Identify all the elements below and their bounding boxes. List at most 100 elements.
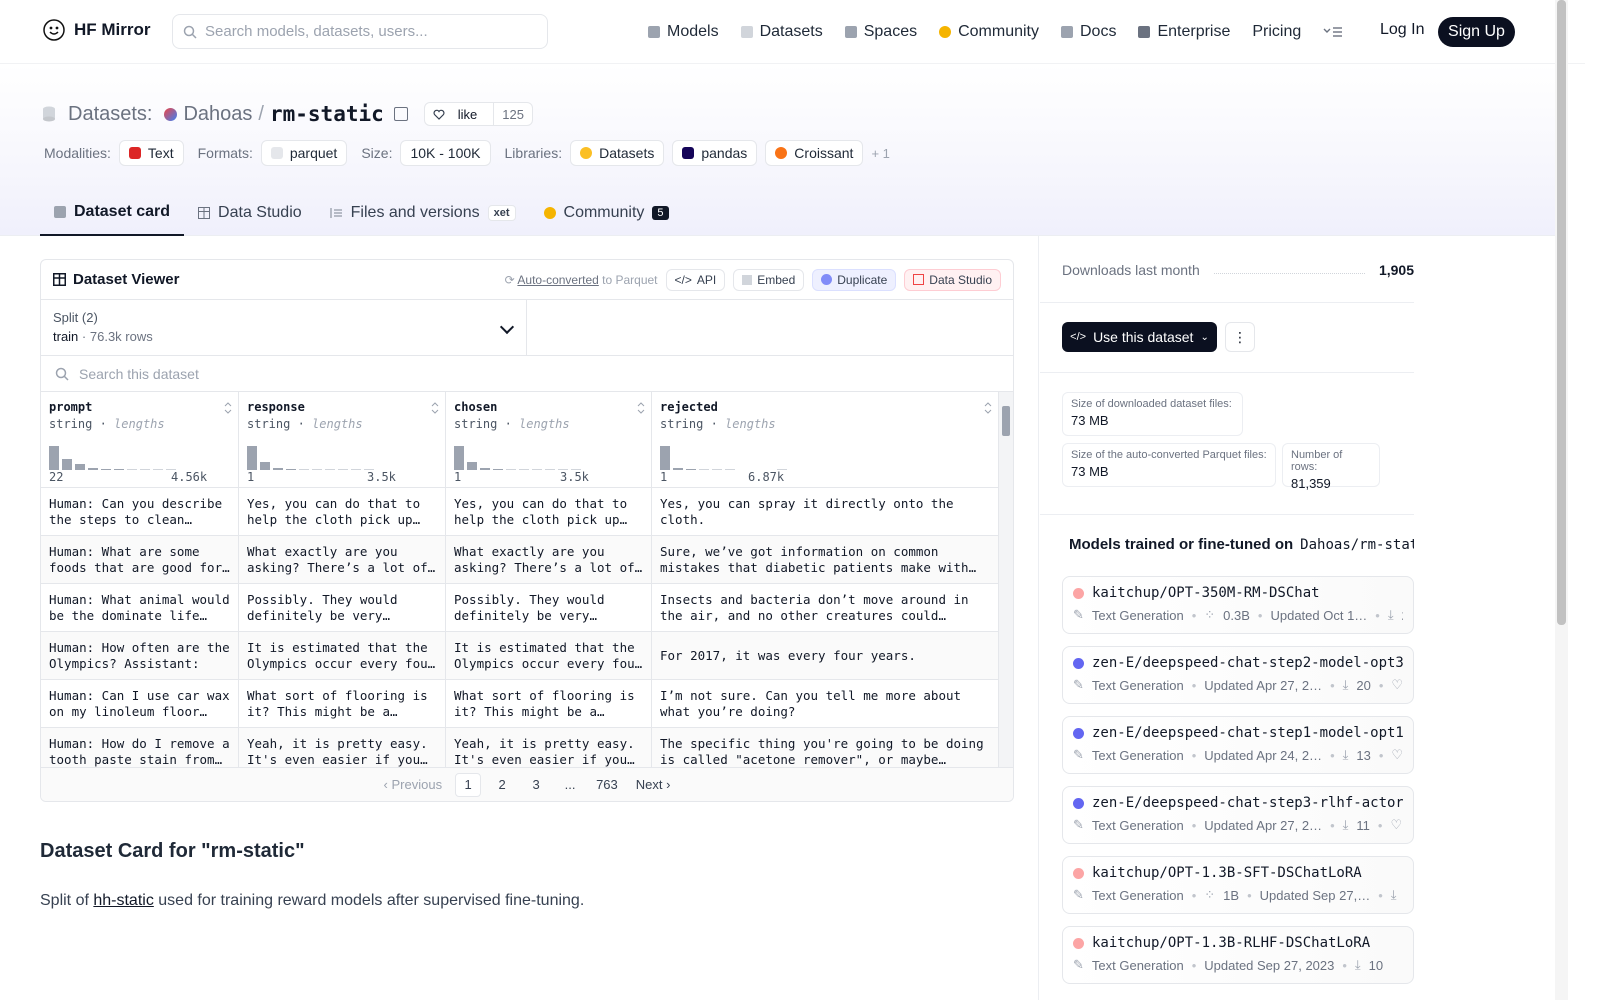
owner-link[interactable]: Dahoas: [183, 103, 252, 126]
split-label: Split (2): [53, 310, 98, 325]
nav-community[interactable]: Community: [939, 23, 1039, 41]
grid-scroll-thumb[interactable]: [1002, 406, 1010, 436]
column-header-chosen[interactable]: chosen string · lengths 1 3.5k: [446, 392, 652, 487]
tab-files[interactable]: Files and versions xet: [316, 190, 530, 236]
table-cell[interactable]: Human: Can I use car wax on my linoleum …: [41, 680, 239, 727]
page-scrollbar[interactable]: [1555, 0, 1568, 1000]
tab-community[interactable]: Community 5: [530, 190, 683, 236]
nav-pricing-label: Pricing: [1252, 23, 1302, 40]
table-cell[interactable]: Yes, you can do that to help the cloth p…: [446, 488, 652, 535]
use-dataset-button[interactable]: </> Use this dataset ⌄: [1062, 322, 1217, 352]
page-2[interactable]: 2: [489, 773, 515, 797]
model-updated: Updated Apr 27, 2…: [1204, 817, 1323, 833]
more-options-button[interactable]: ⋮: [1225, 322, 1255, 352]
data-studio-label: Data Studio: [929, 272, 992, 287]
nav-enterprise[interactable]: Enterprise: [1138, 23, 1230, 41]
page-last[interactable]: 763: [591, 773, 623, 797]
model-task: Text Generation: [1091, 677, 1184, 693]
tab-data-studio[interactable]: Data Studio: [184, 190, 316, 236]
split-separator: ·: [81, 329, 90, 344]
table-cell[interactable]: Human: What animal would be the dominate…: [41, 584, 239, 631]
more-libraries[interactable]: + 1: [871, 146, 889, 161]
table-cell[interactable]: What sort of flooring is it? This might …: [446, 680, 652, 727]
library-tag-croissant[interactable]: Croissant: [765, 140, 864, 166]
nav-spaces-label: Spaces: [863, 23, 918, 40]
nav-menu[interactable]: [1323, 25, 1343, 39]
sort-icon[interactable]: [431, 402, 439, 414]
table-cell[interactable]: It is estimated that the Olympics occur …: [446, 632, 652, 679]
meta-dot: •: [1377, 817, 1383, 833]
text-generation-icon: ✎: [1073, 887, 1084, 902]
page-1[interactable]: 1: [455, 772, 482, 797]
global-search-input[interactable]: Search models, datasets, users...: [172, 14, 548, 49]
auto-converted-link[interactable]: Auto-converted: [517, 273, 598, 287]
model-card[interactable]: kaitchup/OPT-1.3B-SFT-DSChatLoRA ✎ Text Ge…: [1062, 856, 1414, 914]
sort-icon[interactable]: [637, 402, 645, 414]
split-selector[interactable]: Split (2) train · 76.3k rows: [41, 300, 527, 355]
next-page-button[interactable]: Next ›: [631, 773, 676, 797]
table-row[interactable]: Human: Can I use car wax on my linoleum …: [41, 680, 999, 728]
table-cell[interactable]: Human: How often are the Olympics? Assis…: [41, 632, 239, 679]
table-cell[interactable]: I’m not sure. Can you tell me more about…: [652, 680, 999, 727]
table-cell[interactable]: What exactly are you asking? There’s a l…: [446, 536, 652, 583]
table-cell[interactable]: Yes, you can do that to help the cloth p…: [239, 488, 446, 535]
library-label: Datasets: [599, 145, 655, 161]
nav-datasets[interactable]: Datasets: [740, 23, 823, 41]
table-cell[interactable]: Human: Can you describe the steps to cle…: [41, 488, 239, 535]
repo-name[interactable]: rm-static: [270, 102, 384, 126]
table-cell[interactable]: Human: What are some foods that are good…: [41, 536, 239, 583]
format-tag[interactable]: parquet: [260, 140, 348, 166]
table-cell[interactable]: For 2017, it was every four years.: [652, 632, 999, 679]
nav-models[interactable]: Models: [648, 23, 719, 41]
brand[interactable]: HF Mirror: [42, 18, 151, 42]
nav-spaces[interactable]: Spaces: [844, 23, 918, 41]
api-button[interactable]: </> API: [665, 268, 726, 291]
table-row[interactable]: Human: What animal would be the dominate…: [41, 584, 999, 632]
library-tag-pandas[interactable]: pandas: [672, 140, 758, 166]
embed-label: Embed: [757, 272, 796, 287]
modality-tag[interactable]: Text: [118, 140, 184, 166]
login-link[interactable]: Log In: [1380, 21, 1424, 39]
table-cell[interactable]: Possibly. They would definitely be very …: [239, 584, 446, 631]
table-row[interactable]: Human: Can you describe the steps to cle…: [41, 488, 999, 536]
table-cell[interactable]: It is estimated that the Olympics occur …: [239, 632, 446, 679]
sort-icon[interactable]: [224, 402, 232, 414]
model-card[interactable]: zen-E/deepspeed-chat-step1-model-opt1.3b…: [1062, 716, 1414, 774]
column-header-rejected[interactable]: rejected string · lengths 1 6.87k: [652, 392, 999, 487]
tab-dataset-card[interactable]: Dataset card: [40, 190, 185, 236]
table-cell[interactable]: What exactly are you asking? There’s a l…: [239, 536, 446, 583]
model-card[interactable]: zen-E/deepspeed-chat-step3-rlhf-actor-m……: [1062, 786, 1414, 844]
table-row[interactable]: Human: How often are the Olympics? Assis…: [41, 632, 999, 680]
model-card[interactable]: kaitchup/OPT-350M-RM-DSChat ✎ Text Generat…: [1062, 576, 1414, 634]
model-card[interactable]: kaitchup/OPT-1.3B-RLHF-DSChatLoRA ✎ Text G…: [1062, 926, 1414, 984]
model-card[interactable]: zen-E/deepspeed-chat-step2-model-opt350m…: [1062, 646, 1414, 704]
page-scroll-thumb[interactable]: [1557, 0, 1566, 625]
histogram-bar: [338, 469, 348, 470]
table-row[interactable]: Human: What are some foods that are good…: [41, 536, 999, 584]
nav-pricing[interactable]: Pricing: [1252, 23, 1301, 41]
copy-icon[interactable]: [393, 107, 408, 121]
duplicate-button[interactable]: Duplicate: [812, 268, 897, 291]
model-avatar: [1073, 657, 1084, 669]
embed-button[interactable]: Embed: [733, 268, 805, 291]
dataset-search-input[interactable]: Search this dataset: [41, 356, 1013, 392]
table-cell[interactable]: Insects and bacteria don’t move around i…: [652, 584, 999, 631]
like-button[interactable]: like 125: [423, 102, 533, 126]
files-icon: [329, 208, 342, 218]
table-cell[interactable]: Possibly. They would definitely be very …: [446, 584, 652, 631]
sort-icon[interactable]: [984, 402, 992, 414]
nav-docs[interactable]: Docs: [1061, 23, 1116, 41]
page-3[interactable]: 3: [523, 773, 549, 797]
table-cell[interactable]: What sort of flooring is it? This might …: [239, 680, 446, 727]
table-cell[interactable]: Yes, you can spray it directly onto the …: [652, 488, 999, 535]
grid-scrollbar[interactable]: [999, 392, 1013, 768]
column-header-response[interactable]: response string · lengths 1 3.5k: [239, 392, 446, 487]
signup-button[interactable]: Sign Up: [1438, 17, 1515, 47]
size-tag[interactable]: 10K - 100K: [400, 140, 491, 166]
data-studio-button[interactable]: Data Studio: [904, 268, 1001, 291]
hh-static-link[interactable]: hh-static: [93, 892, 153, 909]
library-tag-datasets[interactable]: Datasets: [570, 140, 665, 166]
column-header-prompt[interactable]: prompt string · lengths 22 4.56k: [41, 392, 239, 487]
table-cell[interactable]: Sure, we’ve got information on common mi…: [652, 536, 999, 583]
prev-page-button[interactable]: ‹ Previous: [379, 773, 448, 797]
